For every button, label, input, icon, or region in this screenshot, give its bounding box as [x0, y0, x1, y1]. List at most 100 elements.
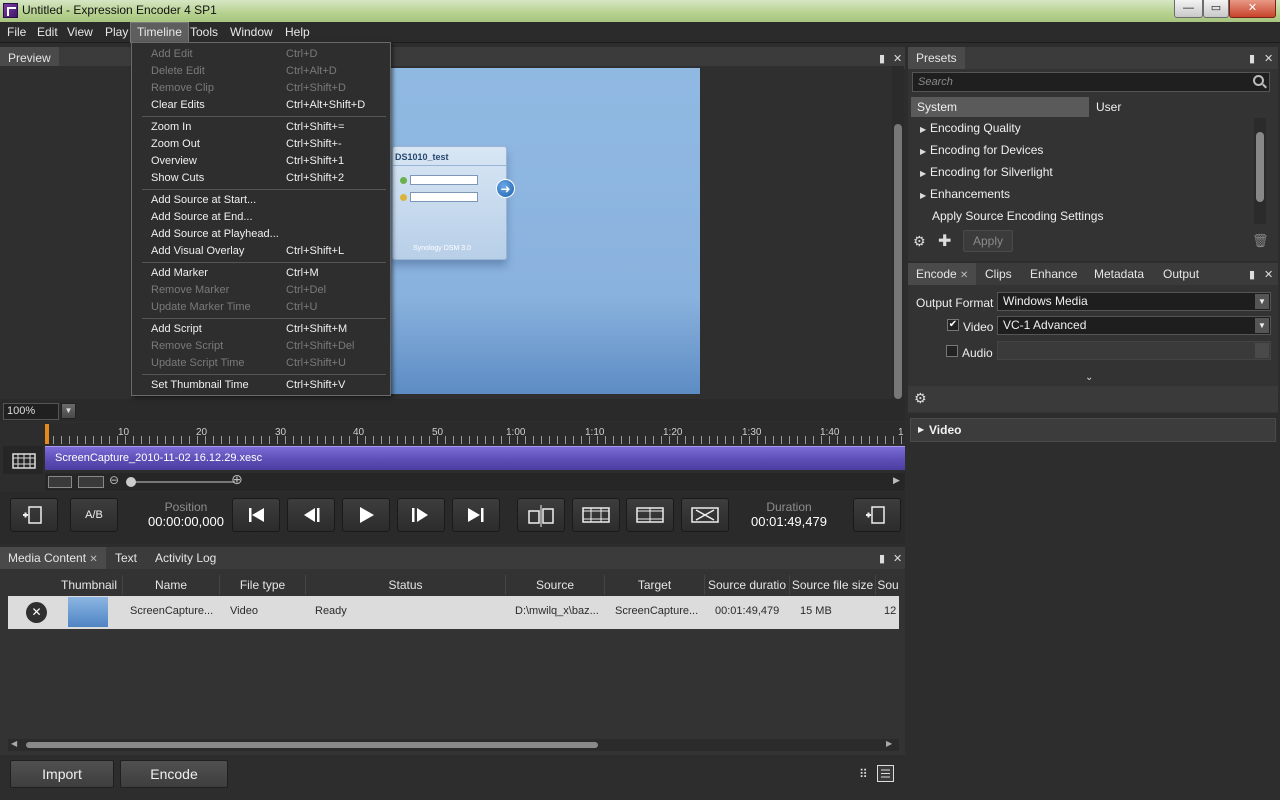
minimize-button[interactable]: —	[1174, 0, 1203, 18]
column-header[interactable]: Status	[306, 575, 506, 595]
gear-icon[interactable]: ⚙	[913, 233, 926, 250]
menu-item-update-marker-time[interactable]: Update Marker Time Ctrl+U	[132, 299, 390, 316]
tab-activity-log[interactable]: Activity Log	[147, 547, 224, 569]
menu-item-remove-marker[interactable]: Remove Marker Ctrl+Del	[132, 282, 390, 299]
tab-media-content[interactable]: Media Content ✕	[0, 547, 106, 569]
scroll-left-icon[interactable]: ◀	[11, 739, 17, 748]
timeline-clip[interactable]: ScreenCapture_2010-11-02 16.12.29.xesc	[45, 446, 905, 470]
zoom-in-icon[interactable]: ⊕	[231, 471, 243, 488]
thumbnail-view-icon[interactable]: ⠿	[859, 767, 868, 781]
close-panel-icon[interactable]: ✕	[893, 52, 902, 65]
tab-clips[interactable]: Clips	[977, 263, 1020, 285]
preset-encoding-silverlight[interactable]: ▶ Encoding for Silverlight	[920, 165, 1053, 179]
zoom-select[interactable]: 100%	[3, 403, 59, 420]
remove-edit-button[interactable]	[681, 498, 729, 532]
menu-item-clear-edits[interactable]: Clear Edits Ctrl+Alt+Shift+D	[132, 97, 390, 114]
tab-system[interactable]: System	[911, 97, 1089, 117]
preset-enhancements[interactable]: ▶ Enhancements	[920, 187, 1010, 201]
tab-text[interactable]: Text	[107, 547, 145, 569]
mark-out-button[interactable]	[626, 498, 674, 532]
menu-item-add-source-end[interactable]: Add Source at End...	[132, 209, 390, 226]
audio-checkbox[interactable]	[946, 345, 958, 357]
go-to-start-button[interactable]	[232, 498, 280, 532]
menu-window[interactable]: Window	[224, 22, 279, 43]
menu-help[interactable]: Help	[279, 22, 316, 43]
scroll-thumb[interactable]	[894, 124, 902, 399]
menu-edit[interactable]: Edit	[31, 22, 64, 43]
fit-icon[interactable]	[48, 476, 72, 488]
menu-item-remove-clip[interactable]: Remove Clip Ctrl+Shift+D	[132, 80, 390, 97]
play-button[interactable]	[342, 498, 390, 532]
menu-view[interactable]: View	[61, 22, 99, 43]
close-tab-icon[interactable]: ✕	[960, 270, 968, 281]
search-icon[interactable]	[1253, 75, 1264, 86]
tab-user[interactable]: User	[1090, 97, 1268, 117]
output-format-select[interactable]: Windows Media ▼	[997, 292, 1271, 311]
expand-more-icon[interactable]: ⌄	[1085, 372, 1093, 383]
encode-button[interactable]: Encode	[120, 760, 228, 788]
preset-encoding-quality[interactable]: ▶ Encoding Quality	[920, 121, 1021, 135]
menu-file[interactable]: File	[1, 22, 32, 43]
chevron-down-icon[interactable]: ▼	[61, 403, 76, 419]
menu-item-show-cuts[interactable]: Show Cuts Ctrl+Shift+2	[132, 170, 390, 187]
import-button[interactable]: Import	[10, 760, 114, 788]
tab-output[interactable]: Output	[1155, 263, 1207, 285]
maximize-button[interactable]: ▭	[1203, 0, 1229, 18]
preset-encoding-devices[interactable]: ▶ Encoding for Devices	[920, 143, 1043, 157]
overview-icon[interactable]	[78, 476, 104, 488]
remove-item-icon[interactable]: ✕	[26, 602, 47, 623]
menu-item-set-thumbnail-time[interactable]: Set Thumbnail Time Ctrl+Shift+V	[132, 377, 390, 394]
audio-codec-select[interactable]	[997, 341, 1271, 360]
scroll-right-icon[interactable]: ▶	[893, 475, 900, 486]
scroll-right-icon[interactable]: ▶	[886, 739, 892, 748]
video-section-header[interactable]: ▶ Video	[910, 418, 1276, 442]
menu-item-add-edit[interactable]: Add Edit Ctrl+D	[132, 46, 390, 63]
column-header[interactable]: Sou	[876, 575, 900, 595]
menu-tools[interactable]: Tools	[184, 22, 224, 43]
menu-item-zoom-out[interactable]: Zoom Out Ctrl+Shift+-	[132, 136, 390, 153]
close-panel-icon[interactable]: ✕	[1264, 52, 1273, 65]
close-button[interactable]: ✕	[1229, 0, 1276, 18]
add-icon[interactable]: ✚	[938, 231, 951, 251]
column-header[interactable]: Name	[123, 575, 220, 595]
menu-item-add-source-playhead[interactable]: Add Source at Playhead...	[132, 226, 390, 243]
presets-search-input[interactable]: Search	[912, 72, 1270, 92]
video-codec-select[interactable]: VC-1 Advanced ▼	[997, 316, 1271, 335]
menu-item-update-script-time[interactable]: Update Script Time Ctrl+Shift+U	[132, 355, 390, 372]
tab-encode[interactable]: Encode ✕	[908, 263, 977, 285]
tab-enhance[interactable]: Enhance	[1022, 263, 1085, 285]
menu-item-overview[interactable]: Overview Ctrl+Shift+1	[132, 153, 390, 170]
preview-vertical-scrollbar[interactable]	[892, 66, 904, 416]
list-view-icon[interactable]	[877, 765, 894, 782]
column-header[interactable]: Source duratio	[705, 575, 790, 595]
pin-icon[interactable]: ▮	[1249, 268, 1255, 281]
go-to-end-button[interactable]	[452, 498, 500, 532]
pin-icon[interactable]: ▮	[879, 552, 885, 565]
menu-item-add-visual-overlay[interactable]: Add Visual Overlay Ctrl+Shift+L	[132, 243, 390, 260]
ab-compare-button[interactable]: A/B	[70, 498, 118, 532]
scroll-thumb[interactable]	[1256, 132, 1264, 202]
trash-icon[interactable]: 🗑	[1252, 233, 1269, 249]
split-clip-button[interactable]	[517, 498, 565, 532]
gear-icon[interactable]: ⚙	[914, 390, 927, 407]
menu-item-zoom-in[interactable]: Zoom In Ctrl+Shift+=	[132, 119, 390, 136]
column-header[interactable]: Source file size	[790, 575, 876, 595]
add-leader-button[interactable]	[10, 498, 58, 532]
close-tab-icon[interactable]: ✕	[89, 554, 97, 565]
column-header[interactable]: Source	[506, 575, 605, 595]
add-trailer-button[interactable]	[853, 498, 901, 532]
scroll-thumb[interactable]	[26, 742, 598, 748]
menu-item-add-script[interactable]: Add Script Ctrl+Shift+M	[132, 321, 390, 338]
menu-item-delete-edit[interactable]: Delete Edit Ctrl+Alt+D	[132, 63, 390, 80]
close-panel-icon[interactable]: ✕	[1264, 268, 1273, 281]
menu-timeline[interactable]: Timeline	[130, 22, 189, 43]
apply-button[interactable]: Apply	[963, 230, 1013, 252]
menu-item-add-marker[interactable]: Add Marker Ctrl+M	[132, 265, 390, 282]
next-frame-button[interactable]	[397, 498, 445, 532]
pin-icon[interactable]: ▮	[879, 52, 885, 65]
column-header[interactable]: File type	[220, 575, 306, 595]
playhead[interactable]	[45, 424, 49, 444]
zoom-out-icon[interactable]: ⊖	[109, 473, 119, 487]
video-checkbox[interactable]: ✔	[947, 319, 959, 331]
preset-apply-source[interactable]: Apply Source Encoding Settings	[932, 209, 1103, 223]
